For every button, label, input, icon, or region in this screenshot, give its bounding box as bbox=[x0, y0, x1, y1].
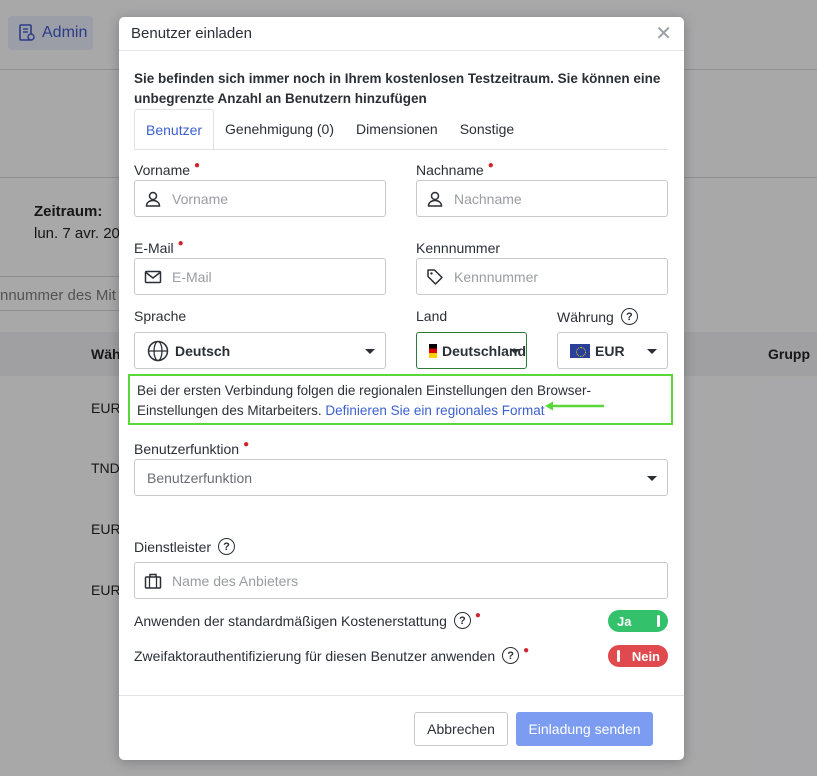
modal-header: Benutzer einladen ✕ bbox=[119, 17, 684, 51]
tab-sonstige[interactable]: Sonstige bbox=[449, 109, 525, 149]
nachname-label: Nachname ● bbox=[416, 159, 494, 179]
tab-benutzer[interactable]: Benutzer bbox=[134, 109, 215, 151]
benutzerfunktion-label: Benutzerfunktion ● bbox=[134, 438, 250, 458]
chevron-down-icon bbox=[365, 349, 375, 354]
globe-icon bbox=[147, 340, 169, 361]
germany-flag-icon bbox=[429, 343, 437, 358]
vorname-field[interactable]: Vorname bbox=[134, 180, 386, 217]
eu-flag-icon bbox=[570, 343, 590, 358]
sprache-select[interactable]: Deutsch bbox=[134, 332, 386, 369]
kostenerstattung-label: Anwenden der standardmäßigen Kostenersta… bbox=[134, 610, 481, 629]
mail-icon bbox=[144, 270, 162, 283]
cancel-button[interactable]: Abbrechen bbox=[414, 712, 508, 746]
help-icon[interactable]: ? bbox=[620, 308, 638, 325]
vorname-label: Vorname ● bbox=[134, 159, 201, 179]
help-icon[interactable]: ? bbox=[453, 612, 471, 629]
close-icon[interactable]: ✕ bbox=[655, 24, 672, 44]
kennnummer-label: Kennnummer bbox=[416, 240, 501, 256]
zweifaktor-label: Zweifaktorauthentifizierung für diesen B… bbox=[134, 645, 530, 664]
land-label: Land bbox=[416, 308, 448, 324]
zweifaktor-toggle[interactable]: Nein bbox=[608, 645, 668, 667]
dienstleister-field[interactable]: Name des Anbieters bbox=[134, 562, 668, 599]
waehrung-label: Währung? bbox=[557, 308, 638, 325]
help-icon[interactable]: ? bbox=[502, 647, 520, 664]
briefcase-icon bbox=[144, 573, 162, 589]
benutzerfunktion-select[interactable]: Benutzerfunktion bbox=[134, 459, 668, 496]
tab-dimensionen[interactable]: Dimensionen bbox=[345, 109, 449, 149]
user-icon bbox=[427, 191, 443, 207]
tag-icon bbox=[427, 268, 443, 285]
email-label: E-Mail ● bbox=[134, 237, 184, 257]
define-regional-format-link[interactable]: Definieren Sie ein regionales Format bbox=[325, 403, 544, 418]
sprache-label: Sprache bbox=[134, 308, 187, 324]
modal-title: Benutzer einladen bbox=[131, 25, 252, 42]
kostenerstattung-toggle[interactable]: Ja bbox=[608, 610, 668, 632]
send-invitation-button[interactable]: Einladung senden bbox=[516, 712, 653, 746]
tab-genehmigung[interactable]: Genehmigung (0) bbox=[214, 109, 345, 149]
invite-user-modal: Benutzer einladen ✕ Sie befinden sich im… bbox=[119, 17, 684, 760]
nachname-field[interactable]: Nachname bbox=[416, 180, 668, 217]
arrow-left-icon bbox=[545, 401, 604, 411]
trial-notice: Sie befinden sich immer noch in Ihrem ko… bbox=[134, 71, 661, 106]
chevron-down-icon bbox=[510, 349, 520, 354]
tab-bar: Benutzer Genehmigung (0) Dimensionen Son… bbox=[134, 109, 668, 151]
land-select[interactable]: Deutschland bbox=[416, 332, 527, 369]
chevron-down-icon bbox=[647, 476, 657, 481]
dienstleister-label: Dienstleister? bbox=[134, 538, 236, 555]
user-icon bbox=[145, 191, 161, 207]
kennnummer-field[interactable]: Kennnummer bbox=[416, 258, 668, 295]
regional-settings-notice: Bei der ersten Verbindung folgen die reg… bbox=[128, 374, 673, 425]
help-icon[interactable]: ? bbox=[218, 538, 236, 555]
chevron-down-icon bbox=[647, 349, 657, 354]
email-field[interactable]: E-Mail bbox=[134, 258, 386, 295]
waehrung-select[interactable]: EUR bbox=[557, 332, 668, 369]
modal-footer-divider bbox=[119, 695, 684, 696]
